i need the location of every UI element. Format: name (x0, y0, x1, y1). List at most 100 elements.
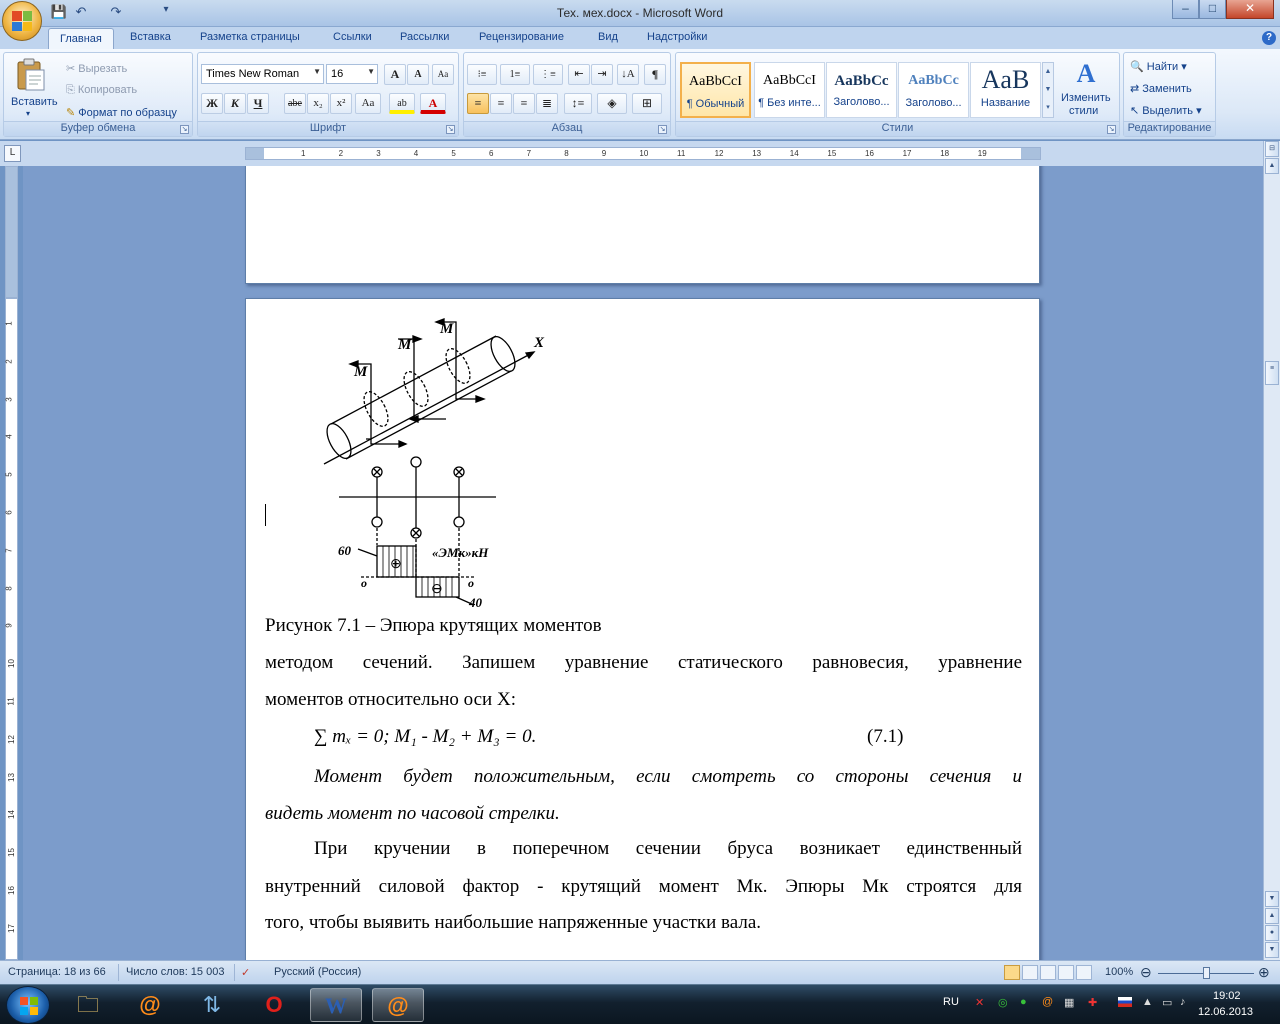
superscript-button[interactable]: x² (330, 93, 352, 114)
split-box[interactable]: ⊟ (1265, 141, 1279, 157)
clock-time[interactable]: 19:02 (1213, 990, 1241, 1002)
scroll-thumb[interactable]: ≡ (1265, 361, 1279, 385)
align-center-icon[interactable]: ≡ (490, 93, 512, 114)
multilevel-list-icon[interactable]: ⋮≡ (533, 64, 563, 85)
shrink-font-button[interactable]: A (407, 64, 429, 85)
clock-date[interactable]: 12.06.2013 (1198, 1006, 1253, 1018)
change-case-button[interactable]: Aa (355, 93, 381, 114)
mail-agent-2-icon[interactable]: @ (372, 988, 424, 1022)
align-left-icon[interactable]: ≡ (467, 93, 489, 114)
styles-scroll[interactable]: ▲ ▼ ▾ (1042, 62, 1054, 118)
tray-network-icon[interactable]: ▦ (1064, 996, 1074, 1009)
borders-icon[interactable]: ⊞ (632, 93, 662, 114)
subscript-button[interactable]: x₂ (307, 93, 329, 114)
tab-references[interactable]: Ссылки (333, 31, 372, 49)
tray-mail-icon[interactable]: @ (1042, 996, 1053, 1008)
scroll-up-button[interactable]: ▲ (1265, 158, 1279, 174)
paragraph-launcher[interactable]: ↘ (658, 125, 667, 134)
help-icon[interactable]: ? (1262, 31, 1276, 45)
replace-button[interactable]: ⇄ Заменить (1130, 82, 1192, 95)
decrease-indent-icon[interactable]: ⇤ (568, 64, 590, 85)
justify-icon[interactable]: ≣ (536, 93, 558, 114)
italic-button[interactable]: К (224, 93, 246, 114)
tray-antivirus-icon[interactable]: ✚ (1088, 996, 1097, 1009)
find-button[interactable]: 🔍 Найти ▾ (1130, 60, 1187, 73)
paste-dropdown-icon[interactable]: ▾ (26, 109, 30, 118)
tab-insert[interactable]: Вставка (130, 31, 171, 49)
font-launcher[interactable]: ↘ (446, 125, 455, 134)
network-icon[interactable]: ⇅ (186, 988, 238, 1022)
next-page-button[interactable]: ▼ (1265, 942, 1279, 958)
page-previous[interactable] (245, 166, 1040, 284)
tab-review[interactable]: Рецензирование (479, 31, 564, 49)
print-layout-icon[interactable] (1004, 965, 1020, 980)
font-color-button[interactable]: A (420, 93, 446, 114)
bold-button[interactable]: Ж (201, 93, 223, 114)
line-spacing-icon[interactable]: ↕≡ (564, 93, 592, 114)
sort-icon[interactable]: ↓A (617, 64, 639, 85)
change-styles-label-2[interactable]: стили (1069, 105, 1098, 117)
full-screen-icon[interactable] (1022, 965, 1038, 980)
proofing-icon[interactable]: ✓ (241, 966, 250, 979)
bullets-icon[interactable]: ⁝≡ (467, 64, 497, 85)
tab-home[interactable]: Главная (48, 28, 114, 50)
highlight-button[interactable]: ab (389, 93, 415, 114)
outline-icon[interactable] (1058, 965, 1074, 980)
grow-font-button[interactable]: A (384, 64, 406, 85)
explorer-icon[interactable]: 🗀 (62, 988, 114, 1022)
word-count[interactable]: Число слов: 15 003 (126, 966, 224, 978)
select-button[interactable]: ↖ Выделить ▾ (1130, 104, 1202, 117)
zoom-out-button[interactable]: ⊖ (1140, 964, 1152, 981)
input-language[interactable]: RU (943, 996, 959, 1008)
mail-agent-icon[interactable]: @ (124, 988, 176, 1022)
format-painter-button[interactable]: ✎ Формат по образцу (66, 106, 177, 119)
office-button[interactable] (2, 1, 42, 41)
page-current[interactable]: M M M X 60 40 o o «ЭМк»кН ⊕ ⊖ Рисунок 7.… (245, 298, 1040, 960)
tab-addins[interactable]: Надстройки (647, 31, 707, 49)
horizontal-ruler[interactable]: 1 2 3 4 5 6 7 8 9 10 11 12 13 14 15 16 17 18 19 (245, 147, 1041, 160)
font-name-combo[interactable]: Times New Roman ▼ (201, 64, 324, 84)
language-status[interactable]: Русский (Россия) (274, 966, 361, 978)
tab-view[interactable]: Вид (598, 31, 618, 49)
volume-icon[interactable]: ♪ (1180, 996, 1186, 1008)
clear-format-button[interactable]: Aa (432, 64, 454, 85)
minimize-button[interactable]: – (1172, 0, 1199, 19)
tab-selector[interactable]: L (4, 145, 21, 162)
tray-app-icon[interactable]: ✕ (975, 996, 984, 1009)
scroll-down-button[interactable]: ▼ (1265, 891, 1279, 907)
maximize-button[interactable]: □ (1199, 0, 1226, 19)
copy-button[interactable]: ⎘ Копировать (66, 84, 137, 97)
change-styles-label[interactable]: Изменить (1061, 92, 1111, 104)
paste-button[interactable]: Вставить (11, 96, 58, 108)
paste-icon[interactable] (13, 58, 47, 92)
show-formatting-button[interactable]: ¶ (644, 64, 666, 85)
zoom-in-button[interactable]: ⊕ (1258, 964, 1270, 981)
zoom-slider-thumb[interactable] (1203, 967, 1210, 979)
cut-button[interactable]: ✂ Вырезать (66, 62, 127, 75)
page-count[interactable]: Страница: 18 из 66 (8, 966, 106, 978)
style-heading-2[interactable]: AaBbCc Заголово... (898, 62, 969, 118)
vertical-ruler[interactable]: 1 2 3 4 5 6 7 8 9 10 11 12 13 14 15 16 17 (5, 298, 18, 960)
tab-page-layout[interactable]: Разметка страницы (200, 31, 300, 49)
zoom-level[interactable]: 100% (1105, 966, 1133, 978)
tray-green-icon[interactable]: ◎ (998, 996, 1008, 1009)
style-normal[interactable]: AaBbCcI ¶ Обычный (680, 62, 751, 118)
vertical-scrollbar[interactable]: ⊟ ▲ ≡ ▼ ▲ ● ▼ (1263, 141, 1280, 960)
word-icon[interactable]: W (310, 988, 362, 1022)
document-workspace[interactable]: M M M X 60 40 o o «ЭМк»кН ⊕ ⊖ Рисунок 7.… (23, 166, 1263, 960)
tray-monitor-icon[interactable]: ▭ (1162, 996, 1172, 1009)
draft-icon[interactable] (1076, 965, 1092, 980)
tab-mailings[interactable]: Рассылки (400, 31, 449, 49)
tray-arrow-icon[interactable]: ▲ (1142, 996, 1153, 1008)
start-button[interactable] (6, 986, 50, 1024)
clipboard-launcher[interactable]: ↘ (180, 125, 189, 134)
increase-indent-icon[interactable]: ⇥ (591, 64, 613, 85)
font-size-combo[interactable]: 16 ▼ (326, 64, 378, 84)
web-layout-icon[interactable] (1040, 965, 1056, 980)
style-no-spacing[interactable]: AaBbCcI ¶ Без инте... (754, 62, 825, 118)
prev-page-button[interactable]: ▲ (1265, 908, 1279, 924)
change-styles-icon[interactable]: A (1072, 59, 1100, 89)
style-title[interactable]: AaB Название (970, 62, 1041, 118)
opera-icon[interactable]: O (248, 988, 300, 1022)
russia-flag-icon[interactable] (1118, 997, 1132, 1007)
